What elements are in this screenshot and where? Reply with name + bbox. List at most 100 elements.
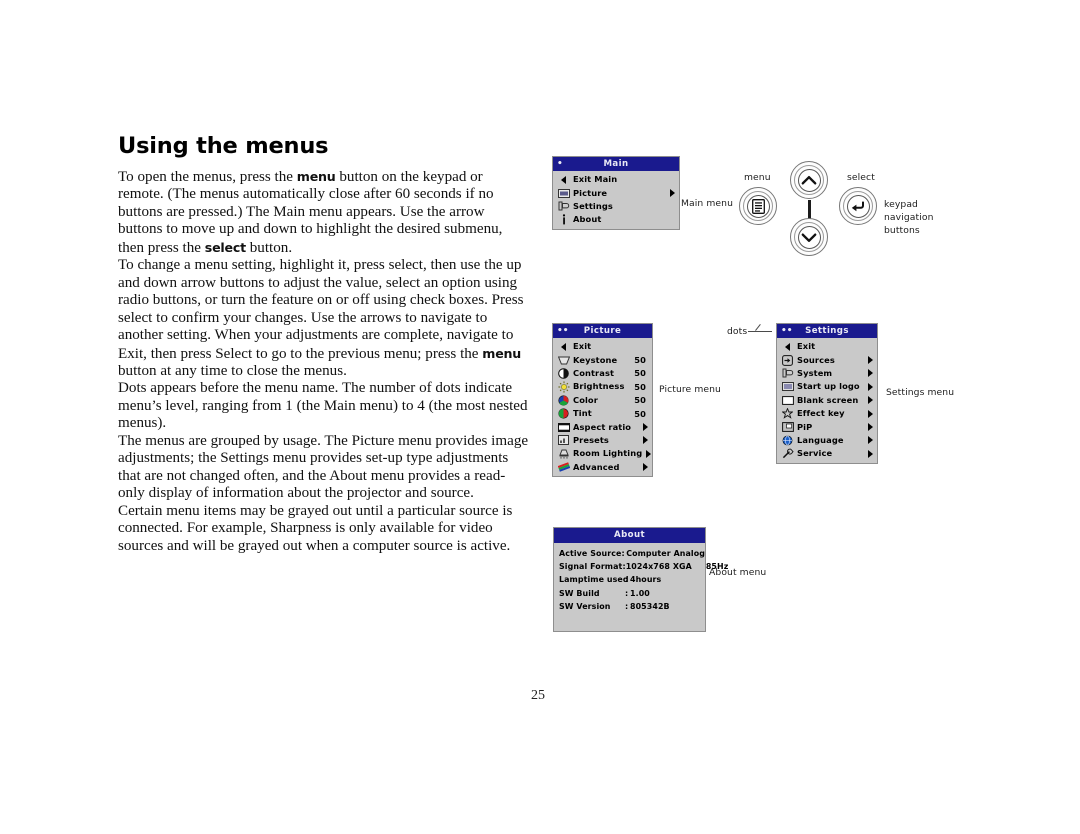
menu-item-settings[interactable]: Settings [553, 200, 679, 213]
up-arrow-button[interactable] [790, 161, 828, 199]
arrow-left-icon [557, 174, 570, 185]
submenu-arrow-icon [868, 449, 873, 458]
submenu-arrow-icon [868, 382, 873, 391]
settings-menu-panel: •• Settings Exit Sources System Start up… [776, 323, 878, 464]
about-value-refresh-rate: 85Hz [705, 562, 729, 572]
wrench-icon [781, 448, 794, 459]
callout-main-menu: Main menu [681, 198, 734, 209]
advanced-icon [557, 462, 570, 473]
about-value: 1024x768 XGA [625, 562, 692, 572]
menu-level-dots: •• [781, 326, 793, 336]
contrast-icon [557, 368, 570, 379]
menu-item-service[interactable]: Service [777, 447, 877, 460]
picture-menu-panel: •• Picture Exit Keystone 50 Contrast 50 [552, 323, 653, 477]
menu-item-value: 50 [634, 355, 646, 366]
menu-item-label: Contrast [573, 367, 615, 378]
star-icon [781, 408, 794, 419]
main-menu-title: Main [603, 159, 629, 169]
paragraph: The menus are grouped by usage. The Pict… [118, 432, 529, 502]
select-button[interactable] [839, 187, 877, 225]
system-icon [781, 368, 794, 379]
menu-item-advanced[interactable]: Advanced [553, 461, 652, 474]
menu-item-label: Advanced [573, 461, 620, 472]
menu-item-label: Start up logo [797, 381, 860, 392]
submenu-arrow-icon [868, 369, 873, 378]
color-icon [557, 395, 570, 406]
main-menu-panel: • Main Exit Main Picture Settings About [552, 156, 680, 230]
menu-item-label: Blank screen [797, 394, 859, 405]
aspect-ratio-icon [557, 422, 570, 433]
menu-item-label: Aspect ratio [573, 421, 632, 432]
picture-icon [557, 188, 570, 199]
menu-item-label: Exit [573, 341, 592, 352]
menu-item-sources[interactable]: Sources [777, 353, 877, 366]
presets-icon [557, 435, 570, 446]
submenu-arrow-icon [868, 396, 873, 405]
menu-item-presets[interactable]: Presets [553, 434, 652, 447]
submenu-arrow-icon [643, 423, 648, 432]
body-copy: To open the menus, press the menu button… [118, 168, 530, 555]
paragraph: Dots appears before the menu name. The n… [118, 380, 528, 432]
menu-item-room-lighting[interactable]: Room Lighting [553, 447, 652, 460]
menu-item-tint[interactable]: Tint 50 [553, 407, 652, 420]
menu-item-label: Presets [573, 434, 609, 445]
keystone-icon [557, 355, 570, 366]
menu-item-label: Language [797, 434, 844, 445]
menu-item-color[interactable]: Color 50 [553, 394, 652, 407]
menu-item-exit[interactable]: Exit [553, 340, 652, 353]
menu-item-about[interactable]: About [553, 213, 679, 226]
menu-item-label: Sources [797, 354, 835, 365]
callout-select-button: select [847, 172, 875, 183]
submenu-arrow-icon [670, 189, 675, 198]
submenu-arrow-icon [643, 463, 648, 472]
arrow-left-icon [557, 341, 570, 352]
menu-item-label: Effect key [797, 408, 845, 419]
menu-item-aspect-ratio[interactable]: Aspect ratio [553, 420, 652, 433]
menu-item-value: 50 [634, 395, 646, 406]
menu-item-pip[interactable]: PiP [777, 420, 877, 433]
menu-item-brightness[interactable]: Brightness 50 [553, 380, 652, 393]
picture-menu-title-bar: •• Picture [553, 324, 652, 338]
keypad-stem-divider [808, 200, 811, 219]
menu-item-keystone[interactable]: Keystone 50 [553, 353, 652, 366]
menu-level-dots: •• [557, 326, 569, 336]
about-row-lamptime-used: Lamptime used : 4hours [554, 573, 705, 586]
picture-menu-items: Exit Keystone 50 Contrast 50 Brightness … [553, 338, 652, 476]
menu-item-label: Exit Main [573, 174, 618, 185]
menu-item-system[interactable]: System [777, 367, 877, 380]
menu-item-label: Tint [573, 408, 592, 419]
paragraph: To change a menu setting, highlight it, … [118, 257, 524, 379]
down-arrow-button[interactable] [790, 218, 828, 256]
menu-item-label: Room Lighting [573, 448, 643, 459]
about-menu-rows: Active Source : Computer Analog Signal F… [554, 543, 728, 613]
about-value: 1.00 [630, 588, 650, 598]
callout-menu-button: menu [744, 172, 771, 183]
settings-menu-title-bar: •• Settings [777, 324, 877, 338]
brightness-icon [557, 381, 570, 393]
menu-item-picture[interactable]: Picture [553, 186, 679, 199]
menu-item-label: Brightness [573, 381, 625, 392]
enter-arrow-icon [846, 194, 870, 218]
menu-item-exit[interactable]: Exit [777, 340, 877, 353]
callout-leader-line [755, 324, 761, 331]
menu-item-value: 50 [634, 368, 646, 379]
menu-item-contrast[interactable]: Contrast 50 [553, 367, 652, 380]
menu-item-label: System [797, 367, 833, 378]
submenu-arrow-icon [868, 423, 873, 432]
menu-level-dots: • [557, 159, 563, 169]
globe-icon [781, 435, 794, 446]
menu-button[interactable] [739, 187, 777, 225]
menu-item-start-up-logo[interactable]: Start up logo [777, 380, 877, 393]
menu-item-exit-main[interactable]: Exit Main [553, 173, 679, 186]
menu-item-language[interactable]: Language [777, 434, 877, 447]
menu-item-blank-screen[interactable]: Blank screen [777, 394, 877, 407]
callout-settings-menu: Settings menu [886, 387, 955, 398]
about-row-signal-format: Signal Format : 1024x768 XGA 85Hz [554, 560, 728, 573]
settings-menu-title: Settings [805, 326, 849, 336]
menu-item-label: Keystone [573, 354, 618, 365]
chevron-down-icon [797, 225, 821, 249]
page-title: Using the menus [118, 133, 329, 159]
info-icon [557, 214, 570, 225]
menu-item-effect-key[interactable]: Effect key [777, 407, 877, 420]
room-lighting-icon [557, 448, 570, 459]
